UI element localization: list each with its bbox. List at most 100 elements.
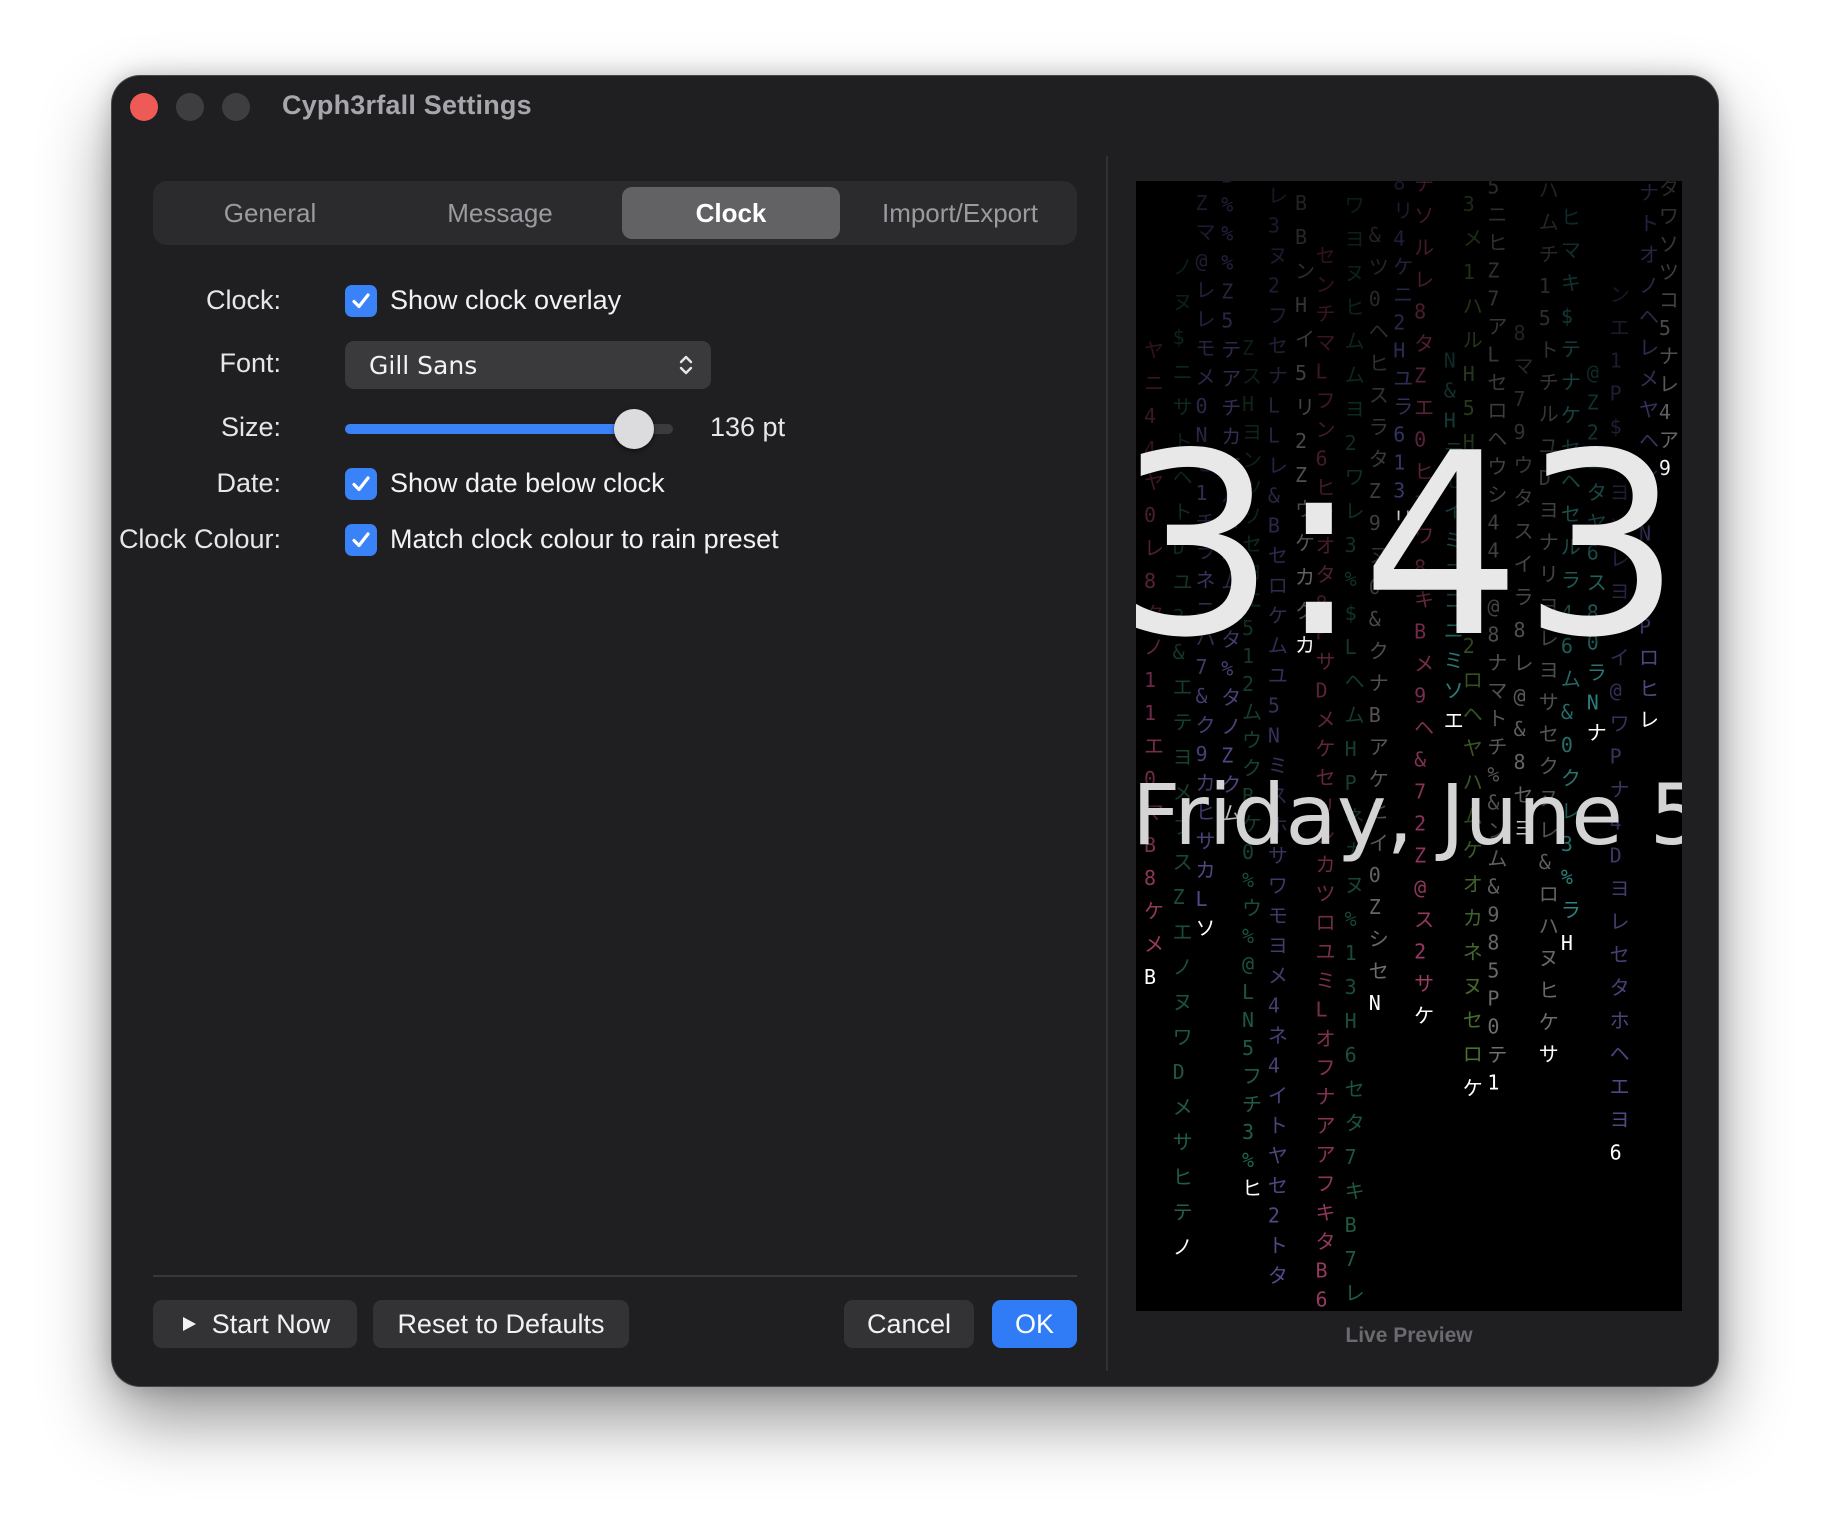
rain-glyph: 7 [1345, 1145, 1357, 1169]
rain-glyph: D [1173, 1060, 1185, 1084]
rain-glyph: ニ [1393, 283, 1413, 307]
rain-glyph: 8 [1487, 930, 1499, 954]
checkmark-icon [352, 476, 370, 492]
rain-glyph: @ [1196, 249, 1208, 273]
start-now-button[interactable]: Start Now [153, 1300, 357, 1348]
rain-glyph: 1 [1345, 941, 1357, 965]
rain-glyph: ウ [1242, 728, 1262, 752]
tab-general[interactable]: General [161, 187, 379, 239]
rain-glyph: 9 [1487, 902, 1499, 926]
rain-glyph: ン [1316, 273, 1336, 297]
rain-glyph: ユ [1316, 940, 1336, 964]
rain-glyph: ル [1414, 236, 1434, 260]
rain-glyph: ツ [1659, 260, 1679, 284]
rain-glyph: キ [1316, 1201, 1336, 1225]
rain-glyph: ケ [1393, 255, 1413, 279]
footer-divider [153, 1275, 1077, 1277]
rain-glyph: ヌ [1463, 974, 1483, 998]
rain-glyph: 6 [1610, 1140, 1622, 1164]
match-colour-label[interactable]: Match clock colour to rain preset [390, 524, 779, 555]
rain-glyph: ノ [1173, 955, 1193, 979]
rain-glyph: セ [1316, 244, 1336, 268]
match-colour-checkbox[interactable] [345, 524, 377, 556]
ok-button[interactable]: OK [992, 1300, 1077, 1348]
settings-window: Cyph3rfall Settings General Message Cloc… [112, 76, 1718, 1386]
rain-glyph: @ [1414, 876, 1426, 900]
rain-glyph: メ [1316, 708, 1336, 732]
tab-bar: General Message Clock Import/Export [153, 181, 1077, 245]
rain-glyph: チ [1242, 1092, 1262, 1116]
rain-glyph: ヒ [1369, 351, 1389, 375]
font-select[interactable]: Gill Sans [345, 341, 711, 389]
rain-glyph: 5 [1242, 1036, 1254, 1060]
rain-glyph: 0 [1369, 863, 1381, 887]
tab-import-export[interactable]: Import/Export [851, 187, 1069, 239]
rain-glyph: ノ [1173, 255, 1193, 279]
rain-glyph: % [1242, 868, 1254, 892]
rain-glyph: ム [1242, 700, 1262, 724]
cancel-button[interactable]: Cancel [844, 1300, 974, 1348]
size-slider[interactable] [345, 409, 673, 449]
rain-glyph: 5 [1295, 361, 1307, 385]
rain-glyph: ソ [1659, 232, 1679, 256]
tab-message[interactable]: Message [391, 187, 609, 239]
rain-glyph: ヨ [1345, 227, 1365, 251]
rain-glyph: ケ [1144, 899, 1164, 923]
rain-glyph: フ [1316, 1172, 1336, 1196]
show-clock-checkbox[interactable] [345, 285, 377, 317]
rain-glyph: フ [1242, 1064, 1262, 1088]
rain-glyph: ヘ [1414, 716, 1434, 740]
rain-glyph: エ [1610, 315, 1630, 339]
rain-glyph: 4 [1268, 1053, 1280, 1077]
zoom-window-button[interactable] [222, 93, 250, 121]
rain-glyph: ヘ [1369, 319, 1389, 343]
minimize-window-button[interactable] [176, 93, 204, 121]
rain-glyph: ヌ [1539, 946, 1559, 970]
show-clock-label[interactable]: Show clock overlay [390, 285, 621, 316]
rain-glyph: 2 [1414, 940, 1426, 964]
rain-glyph: 0 [1487, 1014, 1499, 1038]
rain-glyph: L [1242, 980, 1254, 1004]
rain-glyph: エ [1610, 1074, 1630, 1098]
rain-glyph: % [1345, 907, 1357, 931]
size-slider-fill [345, 424, 634, 434]
rain-glyph: レ [1639, 708, 1659, 732]
size-slider-thumb[interactable] [613, 409, 654, 449]
close-window-button[interactable] [130, 93, 158, 121]
rain-glyph: サ [1414, 972, 1434, 996]
rain-glyph: H [1463, 362, 1475, 386]
rain-glyph: L [1487, 342, 1499, 366]
preview-date-text: Friday, June 5, 20 [1136, 766, 1682, 864]
rain-glyph: ケ [1539, 1010, 1559, 1034]
rain-glyph: L [1316, 360, 1328, 384]
rain-glyph: P [1610, 744, 1622, 768]
pane-divider [1106, 156, 1108, 1371]
rain-glyph: ン [1610, 282, 1630, 306]
rain-glyph: タ [1414, 332, 1434, 356]
rain-glyph: H [1561, 931, 1573, 955]
show-date-checkbox[interactable] [345, 468, 377, 500]
rain-glyph: ノ [1639, 274, 1659, 298]
rain-glyph: L [1316, 998, 1328, 1022]
show-date-label[interactable]: Show date below clock [390, 468, 665, 499]
preview-clock-text: 3:43P [1136, 400, 1682, 693]
rain-glyph: ツ [1316, 882, 1336, 906]
rain-glyph: フ [1316, 1056, 1336, 1080]
tab-clock[interactable]: Clock [622, 187, 840, 239]
rain-glyph: テ [1487, 1042, 1507, 1066]
rain-glyph: ア [1221, 366, 1241, 390]
rain-glyph: 3 [1345, 975, 1357, 999]
rain-glyph: B [1316, 1259, 1328, 1283]
rain-glyph: ヨ [1610, 1107, 1630, 1131]
rain-glyph: メ [1144, 932, 1164, 956]
rain-glyph: ラ [1561, 898, 1581, 922]
rain-glyph: オ [1639, 243, 1659, 267]
rain-glyph: 1 [1610, 348, 1622, 372]
rain-glyph: チ [1414, 181, 1434, 196]
rain-glyph: ヌ [1173, 990, 1193, 1014]
rain-glyph: セ [1345, 1077, 1365, 1101]
reset-defaults-button[interactable]: Reset to Defaults [373, 1300, 629, 1348]
rain-glyph: ウ [1242, 896, 1262, 920]
rain-glyph: ナ [1316, 1085, 1336, 1109]
rain-glyph: ム [1539, 210, 1559, 234]
